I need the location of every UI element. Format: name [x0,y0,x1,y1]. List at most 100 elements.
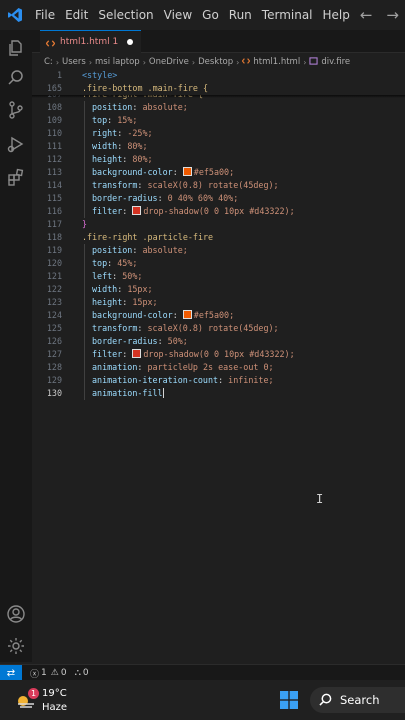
code-line[interactable]: 127 filter: drop-shadow(0 0 10px #d43322)… [32,348,405,361]
line-number: 120 [46,258,62,268]
code-text: width: 80%; [92,141,148,151]
windows-start-icon[interactable] [280,691,298,709]
remote-indicator-icon[interactable]: ⇄ [0,665,22,681]
run-debug-icon[interactable] [6,134,26,154]
code-line[interactable]: 115 border-radius: 0 40% 60% 40%; [32,192,405,205]
search-label: Search [340,693,380,707]
breadcrumb-item[interactable]: Users [62,57,86,67]
code-line[interactable]: 109 top: 15%; [32,114,405,127]
menu-go[interactable]: Go [197,8,224,22]
code-line[interactable]: 108 position: absolute; [32,101,405,114]
menu-edit[interactable]: Edit [60,8,93,22]
code-line[interactable]: 119 position: absolute; [32,244,405,257]
code-text: width: 15px; [92,284,153,294]
back-arrow-icon[interactable]: ← [360,6,373,24]
explorer-icon[interactable] [6,38,26,58]
line-number: 114 [46,180,62,190]
code-line[interactable]: 122 width: 15px; [32,283,405,296]
ports-indicator[interactable]: ⛬ 0 [75,668,89,678]
code-line[interactable]: 121 left: 50%; [32,270,405,283]
menu-run[interactable]: Run [224,8,257,22]
css-value: 15px; [132,297,158,307]
weather-condition: Haze [42,702,68,713]
css-value: 50%; [122,271,143,281]
menu-view[interactable]: View [159,8,197,22]
line-number: 130 [46,388,62,398]
css-property: width [92,141,118,151]
code-text: } [82,218,87,231]
line-number: 118 [46,232,62,242]
menu-selection[interactable]: Selection [93,8,158,22]
mouse-text-cursor-icon: I [316,492,324,506]
code-line[interactable]: 118 .fire-right .particle-fire [32,231,405,244]
css-value: absolute; [142,102,188,112]
weather-widget[interactable]: 1 19°C Haze [14,684,94,716]
problems-indicator[interactable]: ⓧ 1 ⚠ 0 [30,667,67,680]
css-property: filter [92,206,123,216]
tab-label: html1.html 1 [60,37,119,47]
code-text: top: 45%; [92,258,138,268]
line-number: 123 [46,297,62,307]
code-line[interactable]: 111 width: 80%; [32,140,405,153]
css-property: height [92,297,123,307]
code-text: transform: scaleX(0.8) rotate(45deg); [92,323,279,333]
taskbar-search[interactable]: Search [310,687,405,713]
code-line[interactable]: 112 height: 80%; [32,153,405,166]
code-text: filter: drop-shadow(0 0 10px #d43322); [92,349,295,359]
code-line[interactable]: 125 transform: scaleX(0.8) rotate(45deg); [32,322,405,335]
code-line[interactable]: 116 filter: drop-shadow(0 0 10px #d43322)… [32,205,405,218]
breadcrumb-item[interactable]: html1.html [253,57,300,67]
code-token: <style> [82,70,118,80]
breadcrumb-separator-icon: › [142,57,146,67]
code-line[interactable]: 123 height: 15px; [32,296,405,309]
menu-terminal[interactable]: Terminal [257,8,318,22]
code-line[interactable]: 117} [32,218,405,231]
code-line[interactable]: 114 transform: scaleX(0.8) rotate(45deg); [32,179,405,192]
source-control-icon[interactable] [6,100,26,120]
code-line[interactable]: 130 animation-fill [32,387,405,400]
code-editor[interactable]: 107.fire-right .main-fire {108position: … [32,68,405,662]
breadcrumb-separator-icon: › [55,57,60,67]
element-symbol-icon [309,56,318,68]
breadcrumb-item[interactable]: OneDrive [149,57,189,67]
menu-file[interactable]: File [30,8,60,22]
menu-help[interactable]: Help [318,8,355,22]
breadcrumb-item[interactable]: div.fire [321,57,350,67]
code-line[interactable]: 120 top: 45%; [32,257,405,270]
account-icon[interactable] [6,604,26,624]
code-line[interactable]: 126 border-radius: 50%; [32,335,405,348]
code-text: height: 80%; [92,154,153,164]
breadcrumb-item[interactable]: Desktop [198,57,233,67]
code-line[interactable]: 124 background-color: #ef5a00; [32,309,405,322]
css-property: transform [92,180,138,190]
css-property: animation-iteration-count [92,375,219,385]
color-swatch-icon[interactable] [182,310,192,319]
code-line[interactable]: 1 <style> [32,69,405,82]
css-property: right [92,128,118,138]
code-line[interactable]: 128 animation: particleUp 2s ease-out 0; [32,361,405,374]
tab-html1[interactable]: html1.html 1 [40,30,142,53]
breadcrumb-item[interactable]: msi laptop [95,57,140,67]
code-text: height: 15px; [92,297,158,307]
color-swatch-icon[interactable] [132,349,142,358]
css-property: filter [92,349,123,359]
line-number: 129 [46,375,62,385]
code-line[interactable]: 110 right: -25%; [32,127,405,140]
error-count: 1 [41,668,47,678]
code-line[interactable]: 129 animation-iteration-count: infinite; [32,374,405,387]
code-token: } [82,219,88,229]
status-bar: ⇄ ⓧ 1 ⚠ 0 ⛬ 0 [0,664,405,681]
code-token: .fire-bottom .main-fire { [82,83,209,93]
breadcrumb-item[interactable]: C: [44,57,53,67]
unsaved-dot-icon[interactable] [127,39,134,45]
color-swatch-icon[interactable] [182,167,192,176]
sticky-scroll-header[interactable]: 1 <style> 165 .fire-bottom .main-fire { [32,68,405,95]
extensions-icon[interactable] [6,168,26,188]
settings-gear-icon[interactable] [6,636,26,656]
code-line[interactable]: 113 background-color: #ef5a00; [32,166,405,179]
forward-arrow-icon[interactable]: → [386,6,399,24]
search-icon[interactable] [6,68,26,88]
code-line[interactable]: 165 .fire-bottom .main-fire { [32,82,405,95]
breadcrumb: C: › Users › msi laptop › OneDrive › Desktop › htm… [44,56,350,68]
color-swatch-icon[interactable] [132,206,142,215]
